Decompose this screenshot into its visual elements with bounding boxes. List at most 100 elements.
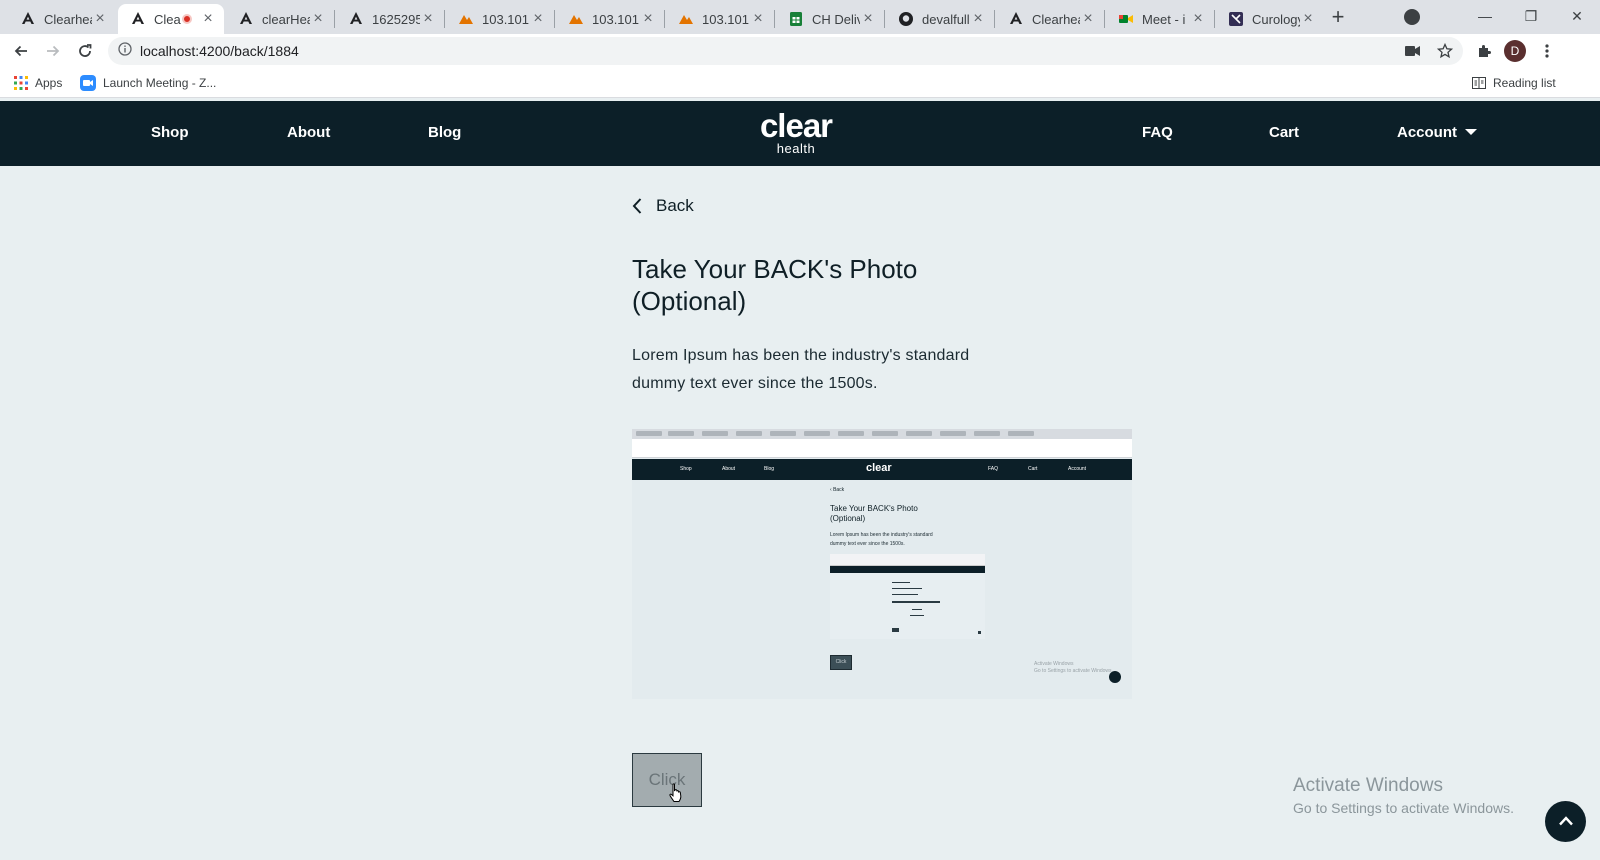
browser-tab[interactable]: 103.101. ×: [666, 4, 774, 34]
tab-separator: [774, 10, 775, 28]
back-link[interactable]: Back: [632, 196, 694, 216]
close-tab-icon[interactable]: ×: [860, 11, 876, 27]
preview-description: Lorem Ipsum has been the industry's stan…: [830, 532, 933, 547]
chevron-down-icon: [1465, 129, 1477, 136]
logo-word: clear: [759, 107, 833, 144]
browser-tab[interactable]: Curology ×: [1216, 4, 1324, 34]
browser-tab[interactable]: 103.101. ×: [446, 4, 554, 34]
browser-tab[interactable]: CH Deliv ×: [776, 4, 884, 34]
reading-list-icon: [1472, 77, 1486, 89]
zoom-icon: [80, 75, 96, 91]
site-header: Shop About Blog clear health FAQ Cart Ac…: [0, 101, 1600, 166]
nav-account-dropdown[interactable]: Account: [1397, 124, 1477, 141]
mountain-icon: [458, 11, 474, 27]
angular-icon: [1008, 11, 1024, 27]
close-window-icon[interactable]: ✕: [1554, 0, 1600, 32]
new-tab-button[interactable]: +: [1326, 6, 1350, 30]
clear-health-logo[interactable]: clear health: [736, 109, 856, 156]
click-button[interactable]: Click: [632, 753, 702, 807]
browser-tab[interactable]: clearHea ×: [226, 4, 334, 34]
nav-about[interactable]: About: [287, 124, 330, 141]
preview-nav-blog: Blog: [764, 466, 775, 472]
tab-title: clearHea: [262, 11, 310, 27]
reading-list-button[interactable]: Reading list: [1472, 75, 1556, 91]
page-description: Lorem Ipsum has been the industry's stan…: [632, 347, 970, 392]
nav-blog[interactable]: Blog: [428, 124, 461, 141]
browser-menu-icon[interactable]: [1538, 42, 1556, 60]
bookmark-launch-meeting[interactable]: Launch Meeting - Z...: [80, 75, 216, 91]
preview-nested-screenshot: [830, 554, 985, 639]
bookmark-apps[interactable]: Apps: [14, 75, 62, 91]
scroll-to-top-button[interactable]: [1545, 801, 1586, 842]
back-arrow-icon[interactable]: [8, 38, 34, 64]
preview-nav-account: Account: [1068, 466, 1087, 472]
mountain-icon: [568, 11, 584, 27]
tab-title: Clearhea: [1032, 11, 1080, 27]
tab-title: 103.101.: [702, 11, 750, 27]
browser-tab[interactable]: 1625295 ×: [336, 4, 444, 34]
close-tab-icon[interactable]: ×: [750, 11, 766, 27]
tab-title: 103.101.: [592, 11, 640, 27]
page-title: Take Your BACK's Photo (Optional): [632, 254, 918, 316]
angular-icon: [238, 11, 254, 27]
tab-title: devalfull: [922, 11, 970, 27]
tab-separator: [1104, 10, 1105, 28]
close-tab-icon[interactable]: ×: [310, 11, 326, 27]
preview-title: Take Your BACK's Photo (Optional): [830, 504, 918, 523]
tab-title: 1625295: [372, 11, 420, 27]
preview-nav-about: About: [722, 466, 736, 472]
browser-tab-active[interactable]: Clea ×: [118, 4, 224, 34]
browser-tab[interactable]: devalfull ×: [886, 4, 994, 34]
tab-separator: [334, 10, 335, 28]
site-info-icon[interactable]: [118, 41, 132, 61]
angular-icon: [20, 11, 36, 27]
preview-nav-shop: Shop: [680, 466, 692, 472]
preview-watermark: Activate Windows Go to Settings to activ…: [1034, 661, 1113, 674]
close-tab-icon[interactable]: ×: [1300, 11, 1316, 27]
preview-tab-strip: [632, 429, 1132, 439]
camera-icon[interactable]: [1404, 42, 1422, 60]
meet-icon: [1118, 11, 1134, 27]
address-bar[interactable]: localhost:4200/back/1884: [108, 37, 1463, 65]
minimize-icon[interactable]: —: [1462, 0, 1508, 32]
tab-separator: [444, 10, 445, 28]
bookmark-star-icon[interactable]: [1436, 42, 1454, 60]
url-text: localhost:4200/back/1884: [140, 43, 299, 59]
browser-tab[interactable]: 103.101. ×: [556, 4, 664, 34]
close-tab-icon[interactable]: ×: [200, 11, 216, 27]
activate-windows-subtitle: Go to Settings to activate Windows.: [1293, 800, 1514, 816]
preview-nav-cart: Cart: [1028, 466, 1038, 472]
extensions-puzzle-icon[interactable]: [1475, 42, 1493, 60]
browser-tab-strip: Clearhea × Clea × clearHea × 1625295 × 1…: [0, 0, 1600, 34]
angular-icon: [348, 11, 364, 27]
tab-separator: [884, 10, 885, 28]
close-tab-icon[interactable]: ×: [1080, 11, 1096, 27]
nav-shop[interactable]: Shop: [151, 124, 189, 141]
tab-separator: [994, 10, 995, 28]
forward-arrow-icon[interactable]: [40, 38, 66, 64]
nav-faq[interactable]: FAQ: [1142, 124, 1173, 141]
close-tab-icon[interactable]: ×: [1190, 11, 1206, 27]
mountain-icon: [678, 11, 694, 27]
reload-icon[interactable]: [72, 38, 98, 64]
close-tab-icon[interactable]: ×: [420, 11, 436, 27]
browser-tab[interactable]: Clearhea ×: [8, 4, 116, 34]
preview-toolbar: [632, 439, 1132, 449]
browser-tab[interactable]: Meet - i ×: [1106, 4, 1214, 34]
chevron-up-icon: [1558, 813, 1574, 831]
tab-separator: [554, 10, 555, 28]
browser-tab[interactable]: Clearhea ×: [996, 4, 1104, 34]
sheets-icon: [788, 11, 804, 27]
bookmarks-bar: Apps Launch Meeting - Z... Reading list: [0, 68, 1600, 98]
tab-title: Curology: [1252, 11, 1300, 27]
hand-cursor-icon: [668, 783, 684, 808]
close-tab-icon[interactable]: ×: [530, 11, 546, 27]
profile-avatar[interactable]: D: [1504, 40, 1526, 62]
close-tab-icon[interactable]: ×: [970, 11, 986, 27]
restore-icon[interactable]: ❐: [1508, 0, 1554, 32]
nav-cart[interactable]: Cart: [1269, 124, 1299, 141]
tab-search-icon[interactable]: [1404, 9, 1420, 25]
close-tab-icon[interactable]: ×: [640, 11, 656, 27]
tab-title: Clearhea: [44, 11, 92, 27]
close-tab-icon[interactable]: ×: [92, 11, 108, 27]
